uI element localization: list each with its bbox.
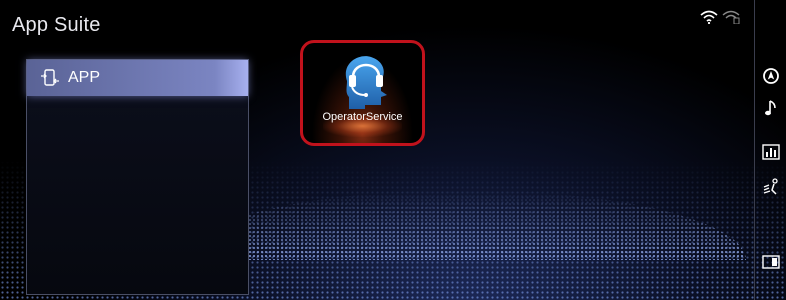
navigation-icon[interactable] <box>761 66 781 86</box>
sidebar-item-app[interactable]: APP <box>27 60 248 96</box>
equalizer-icon[interactable] <box>761 142 781 162</box>
right-control-bar <box>754 0 786 300</box>
app-label: OperatorService <box>322 111 403 123</box>
operator-service-app[interactable]: OperatorService <box>300 40 425 146</box>
screen-toggle-icon[interactable] <box>761 252 781 272</box>
app-suite-screen: App Suite APP OperatorService <box>0 0 786 300</box>
status-area <box>700 10 740 24</box>
sidebar-item-label: APP <box>68 69 101 86</box>
music-note-icon[interactable] <box>761 98 781 118</box>
page-title: App Suite <box>12 14 101 36</box>
phone-transfer-icon <box>41 69 59 86</box>
app-category-list: APP <box>26 59 249 295</box>
wifi-icon <box>700 10 718 24</box>
climate-icon[interactable] <box>761 178 781 198</box>
signal-icon <box>722 10 740 24</box>
operator-headset-icon <box>345 56 387 109</box>
